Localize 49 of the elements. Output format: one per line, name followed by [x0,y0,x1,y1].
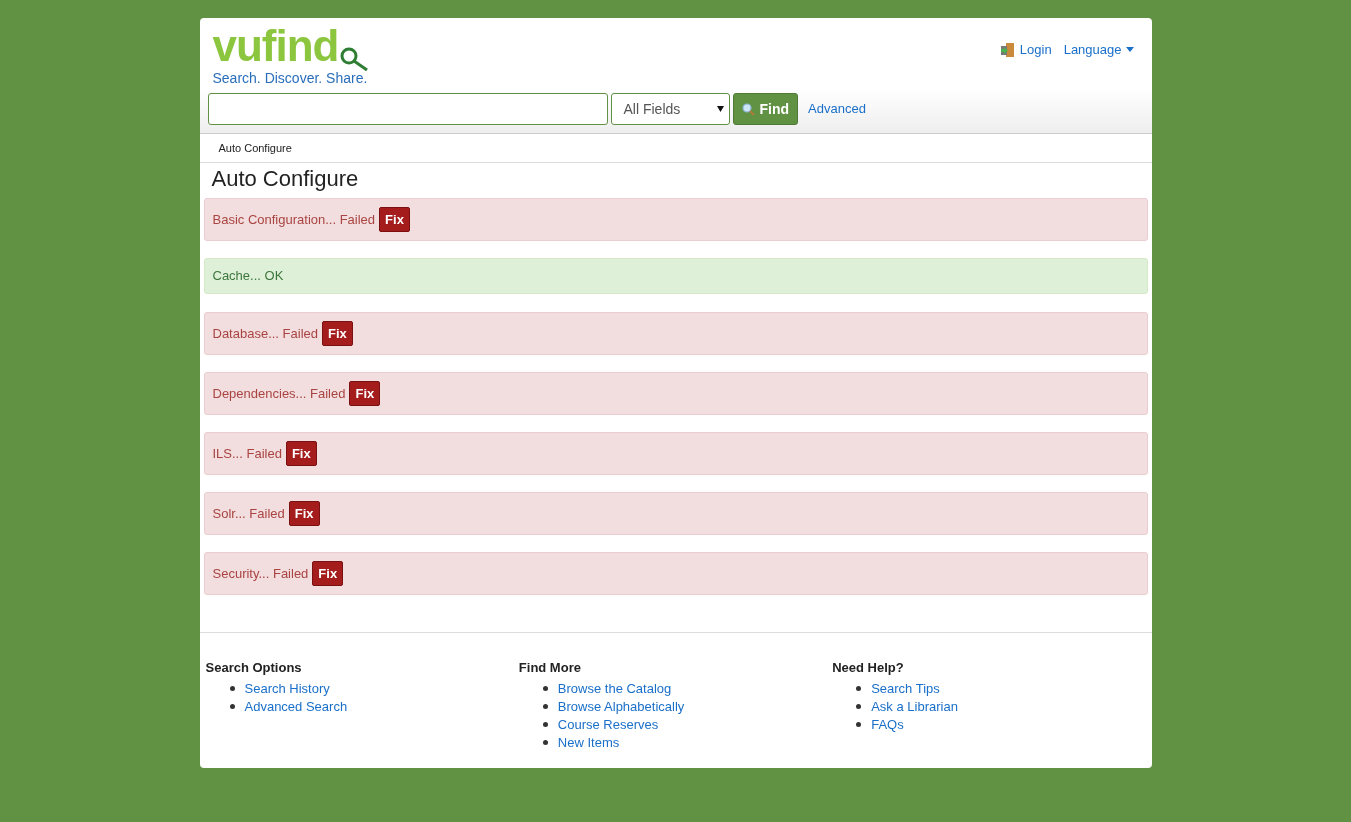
alert-text: Solr... Failed [212,504,285,523]
footer-link[interactable]: New Items [557,732,620,753]
fix-button[interactable]: Fix [322,321,353,346]
page-title: Auto Configure [210,165,360,193]
alert-text: Database... Failed [212,324,318,343]
alert-text: ILS... Failed [212,444,282,463]
footer-link[interactable]: FAQs [871,714,904,735]
tagline: Search. Discover. Share. [212,69,369,88]
alert-text: Basic Configuration... Failed [212,210,376,229]
bullet-icon [856,704,862,709]
bullet-icon [542,686,548,691]
footer-link[interactable]: Browse Alphabetically [557,696,685,717]
door-icon [999,41,1016,58]
footer-link[interactable]: Ask a Librarian [871,696,958,717]
alert-text: Dependencies... Failed [212,384,346,403]
find-button[interactable]: Find [732,93,799,125]
logo-text: vufind [212,26,339,66]
footer-heading: Need Help? [832,659,905,677]
footer-link[interactable]: Browse the Catalog [557,678,672,699]
bullet-icon [542,740,548,745]
login-link[interactable]: Login [999,40,1052,60]
bullet-icon [542,722,548,727]
bullet-icon [229,704,235,709]
search-field[interactable] [207,93,608,125]
alert-text: Cache... OK [212,267,284,286]
search-type-dropdown[interactable]: All Fields [610,93,730,125]
advanced-search-link[interactable]: Advanced [808,99,866,119]
footer-heading: Find More [518,659,582,677]
bullet-icon [856,722,862,727]
footer-link[interactable]: Advanced Search [244,696,348,717]
fix-button[interactable]: Fix [288,501,320,526]
magnifier-icon [339,46,370,72]
footer-link[interactable]: Search Tips [871,678,940,699]
bullet-icon [856,686,862,691]
language-menu[interactable]: Language [1063,40,1134,60]
dropdown-arrow-icon [716,106,724,112]
bullet-icon [542,704,548,709]
fix-button[interactable]: Fix [379,207,410,232]
search-icon [741,102,755,116]
breadcrumb: Auto Configure [218,140,292,156]
bullet-icon [229,686,235,691]
footer-link[interactable]: Course Reserves [557,714,659,735]
caret-icon [1125,47,1134,53]
alert-text: Security... Failed [212,564,309,583]
fix-button[interactable]: Fix [285,441,317,466]
fix-button[interactable]: Fix [312,561,344,586]
footer-link[interactable]: Search History [244,678,330,699]
fix-button[interactable]: Fix [349,381,381,406]
footer-heading: Search Options [205,659,303,677]
